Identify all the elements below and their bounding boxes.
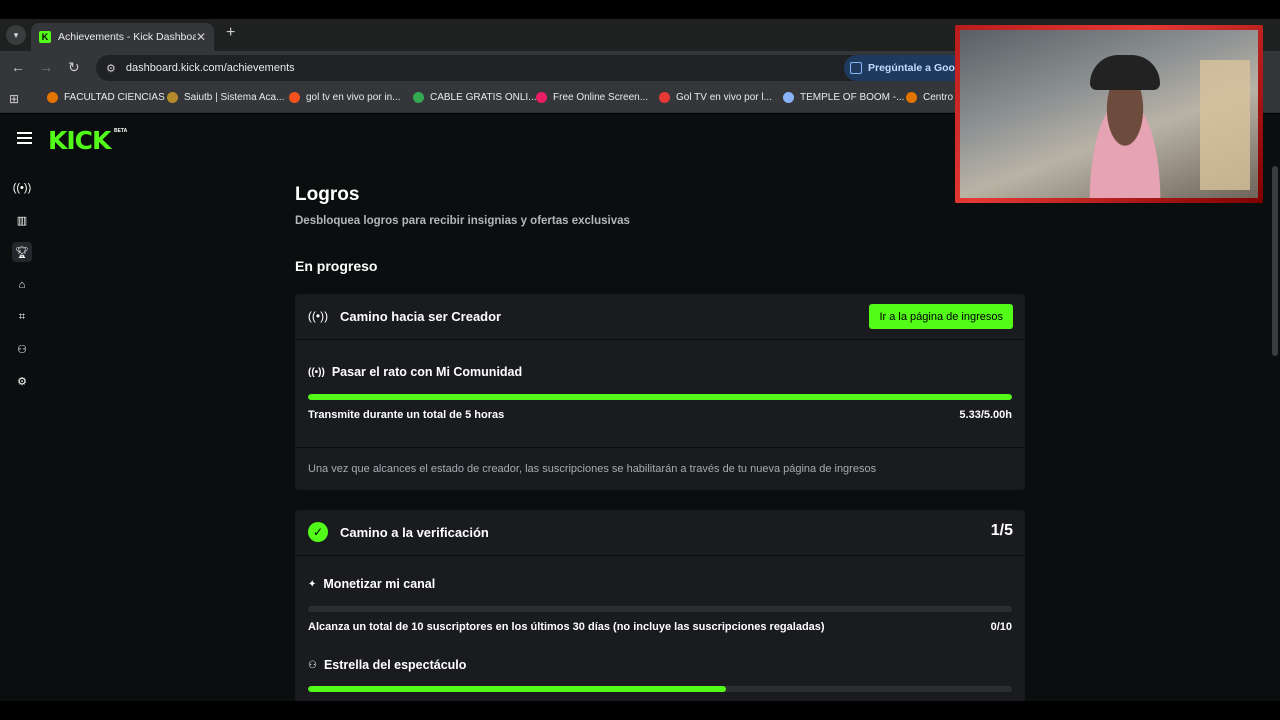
community-icon[interactable]: ⌂ <box>12 275 32 295</box>
broadcast-icon[interactable]: ((•)) <box>12 178 32 198</box>
broadcast-icon: ((•)) <box>308 366 325 378</box>
broadcast-icon: ((•)) <box>307 309 329 323</box>
ask-google-button[interactable]: Pregúntale a Goog <box>844 55 968 81</box>
tab-search-button[interactable]: ▾ <box>6 25 26 45</box>
task-description: Alcanza un total de 10 suscriptores en l… <box>308 621 825 633</box>
card-title: Camino a la verificación <box>340 524 489 540</box>
task-title: ⚇ Estrella del espectáculo <box>308 658 467 672</box>
bookmark-favicon-icon <box>659 92 670 103</box>
close-icon[interactable]: ✕ <box>196 30 206 44</box>
task-title: ((•)) Pasar el rato con Mi Comunidad <box>308 365 523 379</box>
bookmark-item[interactable]: Centro e <box>906 92 961 103</box>
lens-icon <box>850 62 862 74</box>
sparkle-icon: ✦ <box>308 578 317 590</box>
task-progress-value: 0/10 <box>990 621 1012 633</box>
webcam-overlay <box>955 25 1263 203</box>
progress-fill <box>308 394 1012 400</box>
progress-bar <box>308 606 1012 612</box>
page-scrollbar[interactable] <box>1272 166 1278 356</box>
back-icon[interactable]: ← <box>11 59 25 75</box>
tab-title: Achievements - Kick Dashboard <box>58 31 196 43</box>
creator-task: ((•)) Pasar el rato con Mi Comunidad Tra… <box>295 340 1025 447</box>
page-title: Logros <box>295 184 360 205</box>
letterbox-top <box>0 0 1280 19</box>
verification-card-header: ✓ Camino a la verificación 1/5 <box>295 510 1025 555</box>
bookmark-favicon-icon <box>289 92 300 103</box>
progress-bar <box>308 686 1012 692</box>
bookmark-item[interactable]: Free Online Screen... <box>536 92 648 103</box>
bookmark-item[interactable]: CABLE GRATIS ONLI... <box>413 92 537 103</box>
bookmark-favicon-icon <box>167 92 178 103</box>
bookmark-favicon-icon <box>906 92 917 103</box>
bookmark-favicon-icon <box>47 92 58 103</box>
webcam-video <box>960 30 1258 198</box>
kick-logo[interactable]: KICK <box>48 126 111 155</box>
page-subtitle: Desbloquea logros para recibir insignias… <box>295 215 630 227</box>
hamburger-menu-icon[interactable] <box>17 132 32 144</box>
task-title: ✦ Monetizar mi canal <box>308 577 436 591</box>
users-icon: ⚇ <box>308 659 317 671</box>
creator-note-text: Una vez que alcances el estado de creado… <box>308 463 877 475</box>
task-description: Transmite durante un total de 5 horas <box>308 409 505 421</box>
verification-tasks: ✦ Monetizar mi canal Alcanza un total de… <box>295 556 1025 701</box>
bookmark-item[interactable]: FACULTAD CIENCIAS <box>47 92 165 103</box>
stream-icon[interactable]: ⌗ <box>12 307 32 327</box>
bookmark-item[interactable]: Saiutb | Sistema Aca... <box>167 92 284 103</box>
reload-icon[interactable]: ↻ <box>68 59 80 76</box>
beta-badge: BETA <box>114 128 128 134</box>
browser-tab-active[interactable]: K Achievements - Kick Dashboard ✕ <box>31 23 214 51</box>
chart-icon[interactable]: ▥ <box>12 210 32 230</box>
webcam-background-shelf <box>1200 60 1250 190</box>
progress-bar <box>308 394 1012 400</box>
url-text: dashboard.kick.com/achievements <box>125 62 295 74</box>
ask-google-label: Pregúntale a Goog <box>868 62 962 74</box>
webcam-cap <box>1090 55 1160 90</box>
letterbox-bottom <box>0 701 1280 720</box>
revenue-page-button[interactable]: Ir a la página de ingresos <box>869 304 1013 329</box>
card-title: Camino hacia ser Creador <box>340 308 502 324</box>
trophy-icon[interactable]: 🏆︎ <box>12 242 32 262</box>
chevron-down-icon: ▾ <box>13 29 19 40</box>
creator-path-card-header: ((•)) Camino hacia ser Creador Ir a la p… <box>295 294 1025 339</box>
apps-grid-icon[interactable]: ⊞ <box>9 92 19 106</box>
forward-icon[interactable]: → <box>39 59 53 75</box>
new-tab-icon[interactable]: + <box>226 24 235 42</box>
bookmark-item[interactable]: gol tv en vivo por in... <box>289 92 401 103</box>
verification-counter: 1/5 <box>990 522 1013 539</box>
section-heading: En progreso <box>295 258 378 274</box>
site-info-icon[interactable]: ⚙ <box>106 62 116 75</box>
bookmark-favicon-icon <box>783 92 794 103</box>
progress-fill <box>308 686 727 692</box>
bookmark-favicon-icon <box>536 92 547 103</box>
bookmark-item[interactable]: Gol TV en vivo por l... <box>659 92 772 103</box>
task-progress-value: 5.33/5.00h <box>959 409 1012 421</box>
bookmark-item[interactable]: TEMPLE OF BOOM -... <box>783 92 904 103</box>
gear-icon[interactable]: ⚙ <box>12 371 32 391</box>
users-icon[interactable]: ⚇ <box>12 339 32 359</box>
verified-badge-icon: ✓ <box>308 522 328 542</box>
bookmark-favicon-icon <box>413 92 424 103</box>
creator-note: Una vez que alcances el estado de creado… <box>295 448 1025 490</box>
kick-favicon-icon: K <box>39 31 51 43</box>
